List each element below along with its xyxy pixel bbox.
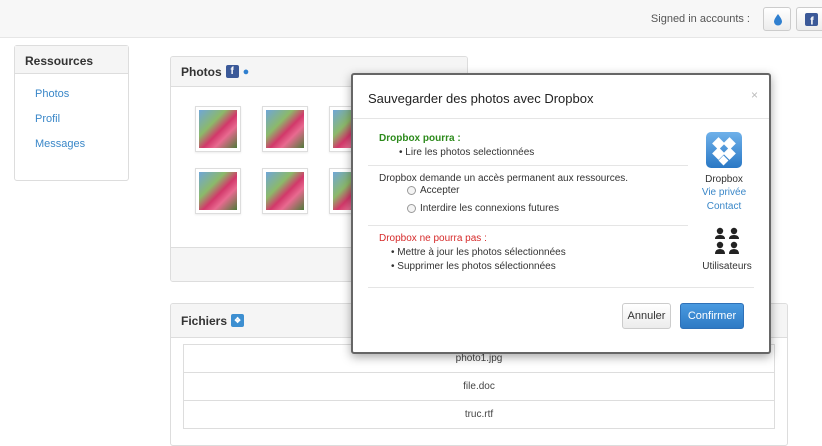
sidebar-item-photos[interactable]: Photos bbox=[15, 88, 128, 100]
sidebar-item-profil[interactable]: Profil bbox=[15, 113, 128, 125]
accept-radio[interactable]: Accepter bbox=[407, 185, 459, 196]
can-item: • Lire les photos selectionnées bbox=[399, 147, 535, 158]
files-panel-title: Fichiers bbox=[181, 313, 228, 328]
photo-thumbnail[interactable] bbox=[262, 106, 308, 152]
privacy-link[interactable]: Vie privée bbox=[694, 187, 754, 198]
radio-button[interactable] bbox=[407, 186, 416, 195]
dropbox-icon: ❖ bbox=[231, 314, 245, 327]
accept-label: Accepter bbox=[420, 185, 460, 196]
dropbox-icon: ● bbox=[242, 65, 250, 78]
sidebar-item-messages[interactable]: Messages bbox=[15, 138, 128, 150]
photo-thumbnail[interactable] bbox=[195, 168, 241, 214]
dropbox-account-button[interactable] bbox=[763, 7, 791, 31]
resources-sidebar: Ressources Photos Profil Messages bbox=[14, 45, 129, 181]
photo-thumbnail[interactable] bbox=[195, 106, 241, 152]
request-text: Dropbox demande un accès permanent aux r… bbox=[379, 173, 629, 184]
deny-radio[interactable]: Interdire les connexions futures bbox=[407, 203, 559, 214]
cannot-item: • Mettre à jour les photos sélectionnées bbox=[391, 247, 566, 258]
top-bar: Signed in accounts : f bbox=[0, 0, 822, 38]
divider bbox=[368, 287, 754, 288]
dropbox-permission-modal: Sauvegarder des photos avec Dropbox × Dr… bbox=[351, 73, 771, 354]
svg-text:f: f bbox=[810, 16, 814, 28]
photo-thumbnail[interactable] bbox=[262, 168, 308, 214]
photos-panel-title: Photos bbox=[181, 64, 222, 79]
signed-in-label: Signed in accounts : bbox=[650, 13, 750, 25]
can-title: Dropbox pourra : bbox=[379, 133, 461, 144]
deny-label: Interdire les connexions futures bbox=[420, 203, 559, 214]
facebook-icon: f bbox=[225, 65, 239, 78]
modal-header: Sauvegarder des photos avec Dropbox × bbox=[353, 75, 769, 119]
dropbox-logo bbox=[706, 132, 742, 168]
app-name: Dropbox bbox=[705, 174, 743, 185]
facebook-icon: f bbox=[805, 13, 818, 28]
file-row[interactable]: truc.rtf bbox=[183, 400, 775, 429]
facebook-account-button[interactable]: f bbox=[796, 7, 822, 31]
divider bbox=[368, 225, 688, 226]
confirm-button[interactable]: Confirmer bbox=[680, 303, 744, 329]
divider bbox=[368, 165, 688, 166]
modal-title: Sauvegarder des photos avec Dropbox bbox=[368, 91, 594, 106]
close-icon[interactable]: × bbox=[751, 88, 758, 102]
users-icon bbox=[712, 227, 742, 257]
file-row[interactable]: file.doc bbox=[183, 372, 775, 401]
cannot-item: • Supprimer les photos sélectionnées bbox=[391, 261, 556, 272]
users-label: Utilisateurs bbox=[702, 261, 752, 272]
cannot-title: Dropbox ne pourra pas : bbox=[379, 233, 487, 244]
radio-button[interactable] bbox=[407, 204, 416, 213]
cancel-button[interactable]: Annuler bbox=[622, 303, 671, 329]
sidebar-title: Ressources bbox=[15, 46, 128, 74]
contact-link[interactable]: Contact bbox=[694, 201, 754, 212]
dropbox-icon bbox=[774, 14, 782, 26]
